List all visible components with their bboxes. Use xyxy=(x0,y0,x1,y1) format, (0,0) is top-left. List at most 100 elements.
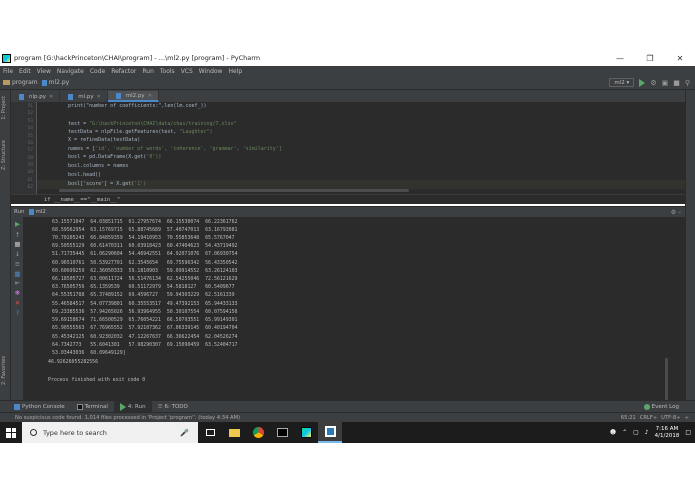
code-text: X = refineData(testData) xyxy=(56,137,141,143)
menu-bar: File Edit View Navigate Code Refactor Ru… xyxy=(0,66,695,76)
clock[interactable]: 7:16 AM 4/1/2018 xyxy=(655,426,680,440)
scroll-end-icon[interactable]: ⇤ xyxy=(14,280,21,287)
network-icon[interactable]: ▢ xyxy=(633,429,639,436)
chevron-up-icon[interactable]: ⌃ xyxy=(622,429,627,436)
down-arrow-icon[interactable]: ↓ xyxy=(14,251,21,258)
taskbar-active-app[interactable] xyxy=(318,422,342,443)
stop-icon[interactable]: ■ xyxy=(673,79,680,87)
code-text: print("number of coefficients:",len(lm.c… xyxy=(56,103,207,109)
minimize-button[interactable]: — xyxy=(605,54,635,63)
menu-window[interactable]: Window xyxy=(196,68,226,75)
code-text: test = xyxy=(56,121,90,127)
debug-icon[interactable]: ⚙ xyxy=(650,79,656,87)
nav-file[interactable]: ml2.py xyxy=(49,79,70,86)
menu-tools[interactable]: Tools xyxy=(157,68,178,75)
menu-code[interactable]: Code xyxy=(87,68,108,75)
tab-python-console[interactable]: Python Console xyxy=(0,403,71,410)
menu-run[interactable]: Run xyxy=(139,68,157,75)
python-file-icon xyxy=(28,209,34,215)
tab-todo[interactable]: ☰ 6: TODO xyxy=(152,404,194,410)
console-vertical-scrollbar[interactable] xyxy=(665,358,668,406)
line-number: 53 xyxy=(27,119,33,124)
volume-icon[interactable]: ♪ xyxy=(645,429,649,436)
tab-ml[interactable]: ml.py ✕ xyxy=(60,91,108,102)
maximize-button[interactable]: ❐ xyxy=(635,54,665,63)
up-arrow-icon[interactable]: ↑ xyxy=(14,232,21,239)
title-bar: program [G:\hackPrinceton\CHAI\program] … xyxy=(0,50,695,66)
soft-wrap-icon[interactable]: ≡ xyxy=(14,261,21,268)
caret-position[interactable]: 65:21 xyxy=(621,415,636,421)
taskbar-chrome[interactable] xyxy=(246,422,270,443)
close-tab-icon[interactable]: ✕ xyxy=(49,94,53,100)
people-icon[interactable]: ☻ xyxy=(610,429,616,436)
help-icon[interactable]: ? xyxy=(14,310,21,317)
menu-file[interactable]: File xyxy=(0,68,16,75)
toolbar-right: ml2 ▾ ⚙ ▣ ■ ⚲ xyxy=(609,78,695,87)
run-config-select[interactable]: ml2 ▾ xyxy=(609,78,635,87)
line-number: 52 xyxy=(27,111,33,116)
todo-icon: ☰ xyxy=(157,403,163,410)
microphone-icon[interactable]: 🎤 xyxy=(180,429,189,437)
line-separator[interactable]: CRLF÷ xyxy=(640,415,657,421)
tab-ml2[interactable]: ml2.py ✕ xyxy=(107,91,159,102)
run-icon[interactable] xyxy=(639,78,646,87)
code-line: bosl = pd.DataFrame(X.get('0')) xyxy=(56,154,161,160)
search-icon[interactable]: ⚲ xyxy=(685,79,690,87)
nav-project[interactable]: program xyxy=(12,79,38,86)
code-editor[interactable]: 51 52 53 54 55 56 57 58 59 60 61 62 prin… xyxy=(11,102,685,194)
run-settings-icon[interactable]: ⚙ – xyxy=(671,209,685,216)
tab-nlp[interactable]: nlp.py ✕ xyxy=(11,91,61,102)
taskbar-cmd[interactable] xyxy=(270,422,294,443)
taskbar-file-explorer[interactable] xyxy=(222,422,246,443)
python-file-icon xyxy=(68,93,74,100)
line-number: 57 xyxy=(27,148,33,153)
code-text: bosl.head() xyxy=(56,172,102,178)
run-config-tab[interactable]: ml2 xyxy=(36,209,46,215)
notifications-icon[interactable]: □ xyxy=(685,429,691,436)
taskbar-pycharm[interactable] xyxy=(294,422,318,443)
run-header-label: Run xyxy=(14,209,25,215)
close-icon[interactable]: ✕ xyxy=(14,300,21,307)
tab-run[interactable]: 4: Run xyxy=(113,400,152,413)
window-title: program [G:\hackPrinceton\CHAI\program] … xyxy=(14,54,261,62)
menu-view[interactable]: View xyxy=(34,68,54,75)
clock-date: 4/1/2018 xyxy=(654,432,680,439)
output-row: 63.15571047 64.03851715 61.27957674 66.1… xyxy=(52,219,238,225)
output-row: 55.46584517 54.07739801 60.35553517 49.4… xyxy=(52,301,238,307)
close-tab-icon[interactable]: ✕ xyxy=(148,93,152,99)
start-button[interactable] xyxy=(0,422,22,443)
output-row: 51.71735445 61.06290604 54.46942551 64.9… xyxy=(52,251,238,257)
close-tab-icon[interactable]: ✕ xyxy=(97,94,101,100)
editor-horizontal-scrollbar[interactable] xyxy=(59,189,409,192)
status-right: 65:21 CRLF÷ UTF-8÷ ÷ xyxy=(621,415,695,421)
task-view-button[interactable] xyxy=(198,422,222,443)
menu-refactor[interactable]: Refactor xyxy=(108,68,139,75)
output-row: 65.45342125 60.92302032 47.12267637 66.3… xyxy=(52,334,238,340)
stop-icon[interactable]: ■ xyxy=(14,241,21,248)
pin-icon[interactable]: ❋ xyxy=(14,290,21,297)
left-tool-strip: 1: Project Z: Structure 2: Favorites xyxy=(0,90,11,409)
print-icon[interactable]: ▦ xyxy=(14,271,21,278)
coverage-icon[interactable]: ▣ xyxy=(662,79,669,87)
menu-vcs[interactable]: VCS xyxy=(178,68,196,75)
structure-tool-tab[interactable]: Z: Structure xyxy=(1,140,7,170)
menu-navigate[interactable]: Navigate xyxy=(54,68,87,75)
close-button[interactable]: ✕ xyxy=(665,54,695,63)
project-tool-tab[interactable]: 1: Project xyxy=(1,96,7,120)
tab-terminal[interactable]: Terminal xyxy=(71,403,114,410)
status-message[interactable]: No suspicious code found. 1,014 files pr… xyxy=(0,415,240,421)
lock-icon[interactable]: ÷ xyxy=(685,415,689,421)
breadcrumb[interactable]: if __name__=="__main__" xyxy=(11,194,685,204)
output-row: 53.03443036 60.09649129] xyxy=(52,350,126,356)
tab-event-log[interactable]: Event Log xyxy=(643,403,695,410)
menu-help[interactable]: Help xyxy=(225,68,245,75)
favorites-tool-tab[interactable]: 2: Favorites xyxy=(1,356,7,385)
menu-edit[interactable]: Edit xyxy=(16,68,34,75)
file-encoding[interactable]: UTF-8÷ xyxy=(661,415,680,421)
taskbar-search[interactable]: Type here to search 🎤 xyxy=(22,422,198,443)
run-console-output[interactable]: 63.15571047 64.03851715 61.27957674 66.1… xyxy=(24,217,685,409)
code-line: X = refineData(testData) xyxy=(56,137,140,143)
right-tool-strip xyxy=(685,90,695,409)
code-line: names = ['id', 'number of words', 'coher… xyxy=(56,146,282,152)
rerun-icon[interactable]: ▶ xyxy=(14,221,21,228)
